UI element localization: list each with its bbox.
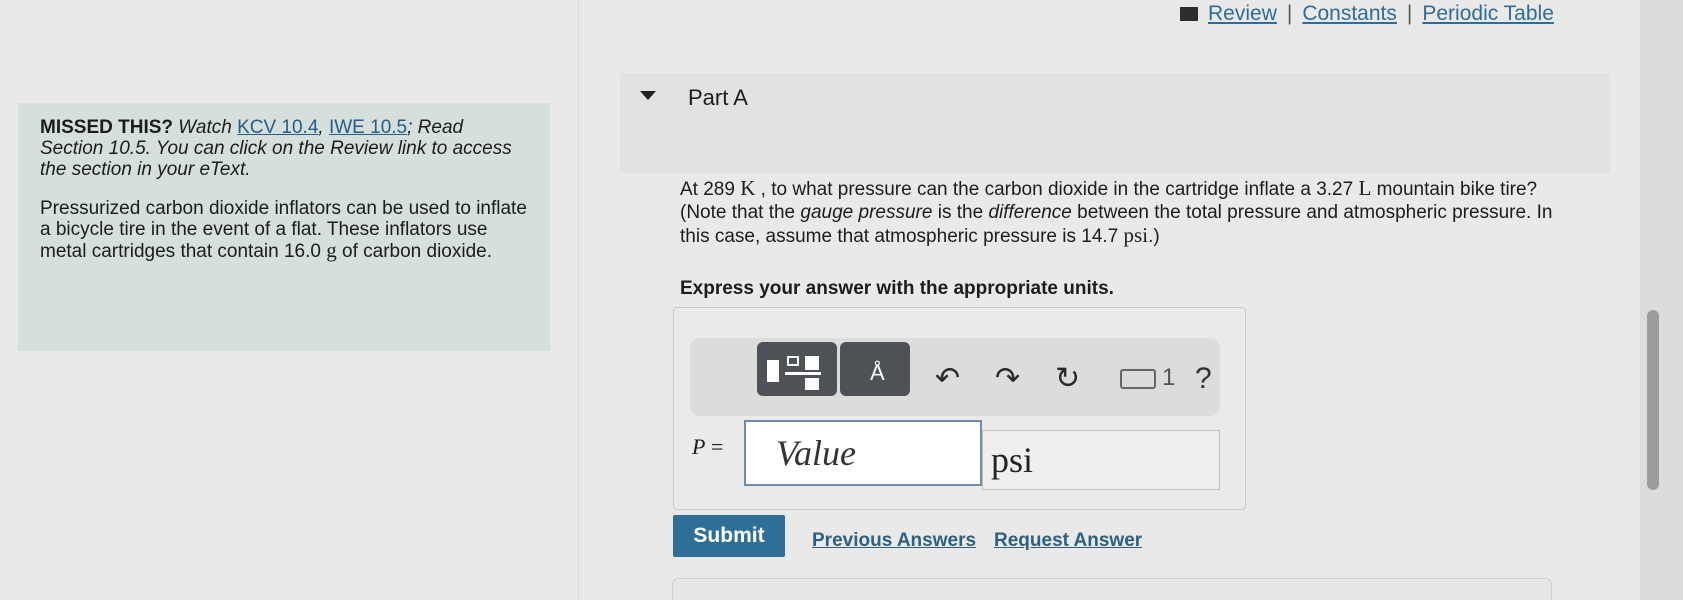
gauge-pressure-term: gauge pressure [800, 202, 933, 223]
express-instruction: Express your answer with the appropriate… [680, 278, 1114, 299]
intro-panel: MISSED THIS? Watch KCV 10.4, IWE 10.5; R… [18, 103, 550, 351]
part-a-label: Part A [688, 85, 748, 110]
units-input[interactable]: psi [982, 430, 1220, 490]
review-link[interactable]: Review [1208, 2, 1277, 26]
temperature-unit: K [740, 176, 756, 200]
link-separator: | [1286, 2, 1293, 25]
collapse-triangle-icon[interactable] [640, 91, 656, 100]
top-links: Review | Constants | Periodic Table [1180, 0, 1554, 28]
watch-text: Watch [173, 117, 238, 138]
pressure-unit: psi [1123, 223, 1149, 247]
scrollbar-track[interactable] [1640, 0, 1683, 600]
constants-link[interactable]: Constants [1302, 2, 1397, 26]
iwe-link[interactable]: IWE 10.5 [329, 117, 407, 138]
feedback-panel [672, 578, 1552, 600]
fraction-template-icon [767, 360, 779, 382]
panel-divider [578, 0, 579, 600]
variable-symbol: P [692, 434, 706, 459]
submit-button[interactable]: Submit [673, 515, 785, 557]
link-separator: | [1406, 2, 1413, 25]
templates-button[interactable] [757, 342, 837, 396]
missed-this-label: MISSED THIS? [40, 117, 174, 138]
missed-this-paragraph: MISSED THIS? Watch KCV 10.4, IWE 10.5; R… [40, 117, 528, 180]
angstrom-symbol-icon: Å [870, 360, 885, 385]
math-toolbar: Å ↶ ↷ ↻ 1 ? [690, 338, 1220, 416]
problem-context-paragraph: Pressurized carbon dioxide inflators can… [40, 198, 528, 262]
fraction-template-icon [785, 372, 821, 375]
fraction-template-icon [787, 356, 799, 366]
question-part: is the [932, 202, 989, 223]
part-a-header[interactable]: Part A [620, 73, 1610, 173]
answer-variable-label: P = [692, 434, 723, 460]
previous-answers-link[interactable]: Previous Answers [812, 530, 976, 552]
keyboard-shortcut-count: 1 [1162, 364, 1176, 391]
question-text: At 289 K , to what pressure can the carb… [680, 177, 1580, 248]
question-part: At 289 [680, 179, 741, 200]
fraction-template-icon [805, 378, 819, 390]
reset-icon[interactable]: ↻ [1055, 364, 1080, 394]
keyboard-icon[interactable] [1120, 369, 1156, 389]
page: Review | Constants | Periodic Table MISS… [0, 0, 1683, 600]
request-answer-link[interactable]: Request Answer [994, 530, 1142, 552]
help-icon[interactable]: ? [1195, 362, 1212, 396]
question-part: .) [1148, 226, 1160, 247]
difference-term: difference [988, 202, 1072, 223]
kcv-link[interactable]: KCV 10.4 [237, 117, 318, 138]
comma-text: , [318, 117, 329, 138]
review-book-icon [1180, 7, 1198, 21]
undo-icon[interactable]: ↶ [935, 364, 960, 394]
volume-unit: L [1358, 176, 1372, 200]
context-text-b: of carbon dioxide. [336, 241, 492, 262]
symbols-button[interactable]: Å [840, 342, 910, 396]
redo-icon[interactable]: ↷ [995, 364, 1020, 394]
periodic-table-link[interactable]: Periodic Table [1422, 2, 1554, 26]
fraction-template-icon [805, 356, 819, 370]
value-input[interactable]: Value [744, 420, 982, 486]
equals-sign: = [705, 434, 724, 459]
context-unit: g [326, 238, 337, 262]
scrollbar-thumb[interactable] [1647, 310, 1659, 490]
question-part: , to what pressure can the carbon dioxid… [755, 179, 1359, 200]
